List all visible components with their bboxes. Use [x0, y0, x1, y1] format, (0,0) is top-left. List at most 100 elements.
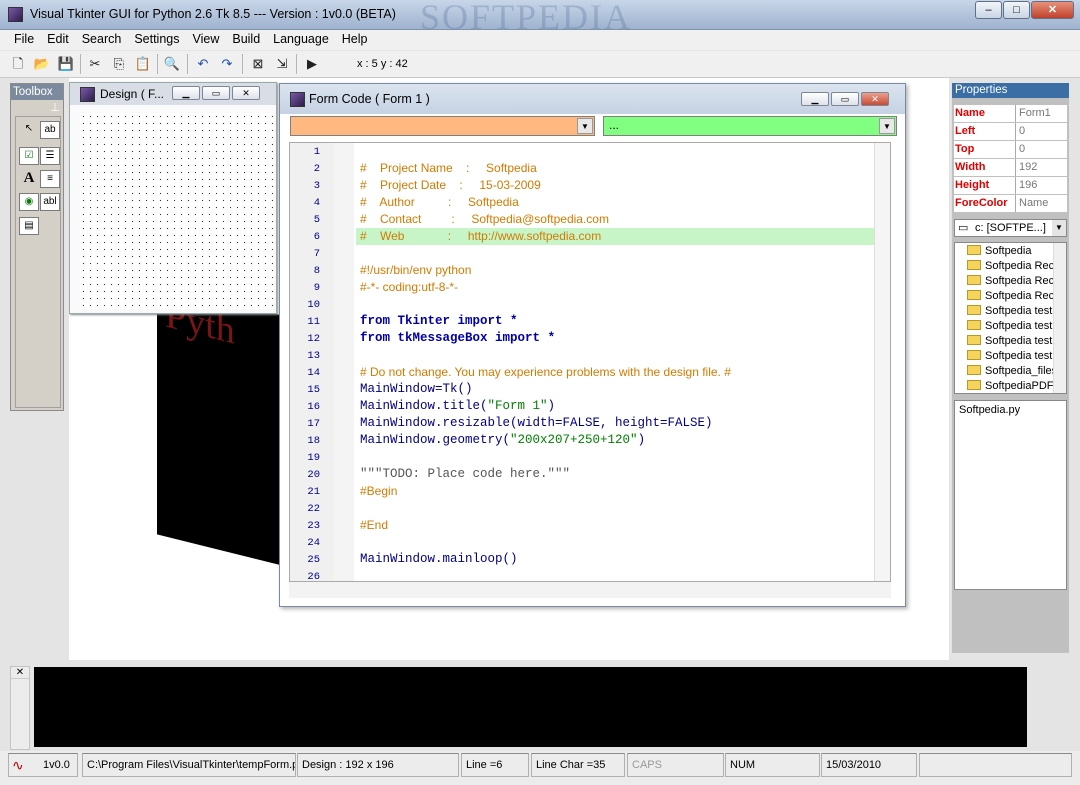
- property-key: Name: [954, 105, 1016, 122]
- property-row[interactable]: Height 196: [954, 177, 1067, 195]
- line-number: 11: [307, 316, 320, 328]
- design-minimize-button[interactable]: ▁: [172, 86, 200, 100]
- folder-item[interactable]: Softpedia Rec: [967, 259, 1054, 274]
- folder-item[interactable]: Softpedia test: [967, 319, 1052, 334]
- property-value[interactable]: 192: [1017, 159, 1037, 176]
- save-icon[interactable]: 💾: [56, 54, 76, 74]
- menu-help[interactable]: Help: [336, 30, 375, 50]
- cut-icon[interactable]: ✂: [85, 54, 105, 74]
- folder-item[interactable]: Softpedia test: [967, 349, 1052, 364]
- code-minimize-button[interactable]: ▁: [801, 92, 829, 106]
- code-maximize-button[interactable]: ▭: [831, 92, 859, 106]
- property-row[interactable]: Left 0: [954, 123, 1067, 141]
- text-label-tool-icon[interactable]: ab: [40, 121, 60, 139]
- code-token: ): [547, 399, 556, 413]
- folder-label: Softpedia Rec: [985, 275, 1055, 287]
- drive-icon: ▭: [958, 222, 969, 234]
- property-row[interactable]: Width 192: [954, 159, 1067, 177]
- pin-icon[interactable]: ⊥: [50, 100, 60, 116]
- design-maximize-button[interactable]: ▭: [202, 86, 230, 100]
- line-number: 4: [313, 197, 320, 209]
- toolbar-separator: [242, 54, 243, 74]
- menu-language[interactable]: Language: [267, 30, 336, 50]
- window-titlebar[interactable]: Visual Tkinter GUI for Python 2.6 Tk 8.5…: [0, 0, 1080, 37]
- code-editor[interactable]: 1 2 3 4 5 6 7 8 9 10 11 12 13 14 15 16 1…: [289, 142, 891, 582]
- pointer-tool-icon[interactable]: ↖: [19, 121, 39, 139]
- menu-search[interactable]: Search: [76, 30, 129, 50]
- file-item[interactable]: Softpedia.py: [959, 404, 1062, 416]
- close-button[interactable]: ✕: [1031, 1, 1074, 19]
- entry-tool-icon[interactable]: abl: [40, 193, 60, 211]
- design-window-titlebar[interactable]: Design ( F... ▁ ▭ ✕: [70, 83, 276, 105]
- new-file-icon[interactable]: 🗋: [8, 54, 28, 74]
- chevron-down-icon[interactable]: ▼: [879, 118, 895, 134]
- folder-item[interactable]: Softpedia Rec: [967, 289, 1054, 304]
- import-icon[interactable]: ⇲: [272, 54, 292, 74]
- property-key: ForeColor: [954, 195, 1016, 212]
- form-tool-icon[interactable]: ▤: [19, 217, 39, 235]
- textbox-multiline-tool-icon[interactable]: ≡: [40, 170, 60, 188]
- code-line: """TODO: Place code here.""": [360, 467, 571, 481]
- form-code-titlebar[interactable]: Form Code ( Form 1 ) ▁ ▭ ✕: [280, 84, 905, 114]
- open-folder-icon[interactable]: 📂: [32, 54, 52, 74]
- folder-list-scrollbar[interactable]: [1053, 243, 1066, 393]
- property-row[interactable]: ForeColor Name: [954, 195, 1067, 213]
- delete-control-icon[interactable]: ⊠: [248, 54, 268, 74]
- editor-vertical-scrollbar[interactable]: [874, 143, 890, 581]
- radio-tool-icon[interactable]: ◉: [19, 193, 39, 211]
- menu-bar: File Edit Search Settings View Build Lan…: [0, 30, 1080, 50]
- property-value[interactable]: 196: [1017, 177, 1037, 194]
- object-select[interactable]: ▼: [290, 116, 595, 136]
- checkbox-tool-icon[interactable]: ☑: [19, 147, 39, 165]
- paste-icon[interactable]: 📋: [133, 54, 153, 74]
- chevron-down-icon[interactable]: ▼: [577, 118, 593, 134]
- code-close-button[interactable]: ✕: [861, 92, 889, 106]
- line-number: 19: [307, 452, 320, 464]
- form-code-window[interactable]: Form Code ( Form 1 ) ▁ ▭ ✕ ▼ ... ▼ 1 2 3…: [279, 83, 906, 607]
- menu-settings[interactable]: Settings: [128, 30, 186, 50]
- file-list[interactable]: Softpedia.py: [954, 400, 1067, 590]
- folder-list[interactable]: Softpedia Softpedia Rec Softpedia Rec So…: [954, 242, 1067, 394]
- maximize-button[interactable]: □: [1003, 1, 1030, 19]
- folder-item[interactable]: Softpedia test: [967, 334, 1052, 349]
- design-close-button[interactable]: ✕: [232, 86, 260, 100]
- folder-item[interactable]: Softpedia_files: [967, 364, 1057, 379]
- folder-label: Softpedia test: [985, 320, 1053, 332]
- design-window[interactable]: Design ( F... ▁ ▭ ✕: [69, 82, 277, 314]
- drive-select[interactable]: ▭ c: [SOFTPE...] ▼: [954, 219, 1067, 237]
- event-select[interactable]: ... ▼: [603, 116, 897, 136]
- folder-item[interactable]: Softpedia test: [967, 304, 1052, 319]
- copy-icon[interactable]: ⎘: [109, 54, 129, 74]
- folder-item[interactable]: Softpedia Rec: [967, 274, 1054, 289]
- chevron-down-icon[interactable]: ▼: [1052, 220, 1066, 236]
- redo-icon[interactable]: ↷: [217, 54, 237, 74]
- menu-file[interactable]: File: [8, 30, 41, 50]
- label-tool-icon[interactable]: A: [19, 170, 39, 188]
- property-row[interactable]: Name Form1: [954, 105, 1067, 123]
- output-console[interactable]: [34, 667, 1027, 747]
- toolbox-title: Toolbox: [13, 86, 53, 98]
- property-value[interactable]: Name: [1017, 195, 1048, 212]
- property-value[interactable]: 0: [1017, 141, 1025, 158]
- property-key: Left: [954, 123, 1016, 140]
- property-value[interactable]: Form1: [1017, 105, 1051, 122]
- menu-edit[interactable]: Edit: [41, 30, 76, 50]
- listbox-tool-icon[interactable]: ☰: [40, 147, 60, 165]
- property-value[interactable]: 0: [1017, 123, 1025, 140]
- menu-build[interactable]: Build: [226, 30, 267, 50]
- menu-view[interactable]: View: [186, 30, 226, 50]
- minimize-button[interactable]: –: [975, 1, 1002, 19]
- find-binoculars-icon[interactable]: 🔍: [162, 54, 182, 74]
- editor-horizontal-scrollbar[interactable]: [289, 582, 891, 598]
- close-icon[interactable]: ✕: [11, 667, 29, 679]
- folder-item[interactable]: SoftpediaPDF: [967, 379, 1053, 393]
- cursor-coordinates: x : 5 y : 42: [357, 58, 408, 70]
- design-form-grid[interactable]: [80, 113, 274, 309]
- code-line: MainWindow.title("Form 1"): [360, 398, 555, 415]
- app-icon[interactable]: [8, 7, 23, 22]
- undo-icon[interactable]: ↶: [193, 54, 213, 74]
- property-row[interactable]: Top 0: [954, 141, 1067, 159]
- run-icon[interactable]: ▶: [302, 54, 322, 74]
- toolbar-separator: [157, 54, 158, 74]
- folder-item[interactable]: Softpedia: [967, 244, 1031, 259]
